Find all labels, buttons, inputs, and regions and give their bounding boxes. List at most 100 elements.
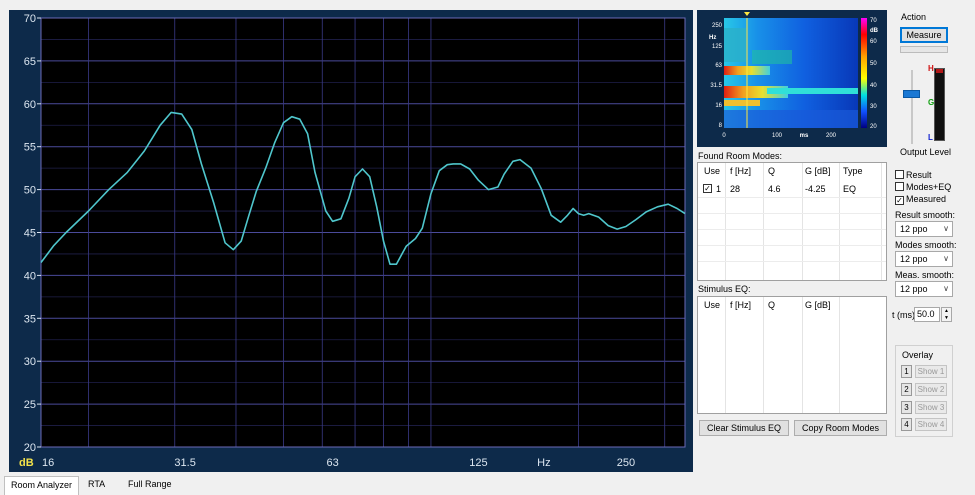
overlay-show-3-button[interactable]: Show 3 bbox=[915, 401, 947, 414]
tab-rta[interactable]: RTA bbox=[82, 476, 111, 495]
chevron-down-icon: ∨ bbox=[943, 224, 949, 233]
modes-smooth-select[interactable]: 12 ppo ∨ bbox=[895, 251, 953, 267]
col-header-gain[interactable]: G [dB] bbox=[805, 300, 831, 310]
t-ms-input[interactable]: 50.0 bbox=[914, 307, 940, 322]
overlay-num-4[interactable]: 4 bbox=[901, 418, 912, 431]
y-tick-label: 30 bbox=[24, 356, 36, 368]
measured-checkbox[interactable]: ✓ Measured bbox=[895, 194, 946, 205]
output-level-thumb[interactable] bbox=[903, 90, 920, 98]
stepper-up-icon[interactable]: ▲ bbox=[942, 308, 951, 315]
col-header-use[interactable]: Use bbox=[704, 300, 720, 310]
waterfall-spectrogram: Hz 250 125 63 31.5 16 8 0 100 200 ms dB … bbox=[697, 10, 887, 147]
y-tick-label: 40 bbox=[24, 270, 36, 282]
overlay-num-3[interactable]: 3 bbox=[901, 401, 912, 414]
col-header-use[interactable]: Use bbox=[704, 166, 720, 176]
spectro-y-tick: 63 bbox=[715, 63, 722, 69]
action-label: Action bbox=[901, 12, 927, 22]
measure-button[interactable]: Measure bbox=[900, 27, 948, 43]
meter-label-low: L bbox=[928, 133, 933, 142]
mode-q: 4.6 bbox=[768, 184, 781, 194]
col-header-gain[interactable]: G [dB] bbox=[805, 166, 831, 176]
mode-type: EQ bbox=[843, 184, 857, 194]
chevron-down-icon: ∨ bbox=[943, 254, 949, 263]
mode-use-checkbox[interactable]: ✓ bbox=[703, 184, 712, 193]
colorbar-tick: 30 bbox=[870, 104, 877, 110]
colorbar-tick: 20 bbox=[870, 124, 877, 130]
overlay-num-2[interactable]: 2 bbox=[901, 383, 912, 396]
output-level-slider[interactable] bbox=[899, 70, 925, 145]
modes-eq-checkbox[interactable]: Modes+EQ bbox=[895, 182, 951, 193]
colorbar-tick: 60 bbox=[870, 39, 877, 45]
spectro-x-tick: 200 bbox=[826, 133, 837, 139]
spectro-x-tick: 0 bbox=[722, 133, 726, 139]
mode-index: 1 bbox=[716, 184, 722, 194]
colorbar-tick: 70 bbox=[870, 18, 877, 24]
col-header-q[interactable]: Q bbox=[768, 166, 775, 176]
y-axis-unit-label: dB bbox=[19, 457, 34, 469]
y-tick-label: 65 bbox=[24, 56, 36, 68]
meas-smooth-select[interactable]: 12 ppo ∨ bbox=[895, 281, 953, 297]
spectro-y-unit: Hz bbox=[709, 35, 716, 41]
col-header-q[interactable]: Q bbox=[768, 300, 775, 310]
mode-gain: -4.25 bbox=[805, 184, 826, 194]
stimulus-eq-list[interactable]: Use f [Hz] Q G [dB] bbox=[697, 296, 887, 414]
colorbar-tick: 50 bbox=[870, 61, 877, 67]
result-smooth-label: Result smooth: bbox=[895, 210, 956, 220]
measure-progress-bar bbox=[900, 46, 948, 53]
y-tick-label: 50 bbox=[24, 185, 36, 197]
x-tick-label: 63 bbox=[327, 457, 339, 469]
x-axis-unit-label: Hz bbox=[537, 457, 550, 469]
mode-freq: 28 bbox=[730, 184, 741, 194]
clear-stimulus-eq-button[interactable]: Clear Stimulus EQ bbox=[699, 420, 789, 436]
y-tick-label: 45 bbox=[24, 228, 36, 240]
chevron-down-icon: ∨ bbox=[943, 284, 949, 293]
overlay-show-1-button[interactable]: Show 1 bbox=[915, 365, 947, 378]
meter-label-high: H bbox=[928, 64, 934, 73]
output-level-label: Output Level bbox=[900, 147, 952, 157]
overlay-show-4-button[interactable]: Show 4 bbox=[915, 418, 947, 431]
y-tick-label: 20 bbox=[24, 442, 36, 454]
copy-room-modes-button[interactable]: Copy Room Modes bbox=[794, 420, 887, 436]
x-tick-label: 125 bbox=[469, 457, 487, 469]
found-room-modes-label: Found Room Modes: bbox=[698, 151, 783, 161]
y-tick-label: 70 bbox=[24, 13, 36, 25]
spectro-y-tick: 8 bbox=[719, 123, 723, 129]
overlay-group: Overlay 1 Show 1 2 Show 2 3 Show 3 4 Sho… bbox=[895, 345, 953, 437]
t-ms-stepper[interactable]: ▲ ▼ bbox=[941, 307, 952, 322]
frequency-response-plot: 70 65 60 55 50 45 40 35 30 25 20 dB 16 31.5 63 125 Hz 250 bbox=[19, 13, 686, 469]
stimulus-eq-label: Stimulus EQ: bbox=[698, 284, 751, 294]
x-tick-label: 16 bbox=[42, 457, 54, 469]
result-smooth-select[interactable]: 12 ppo ∨ bbox=[895, 221, 953, 237]
table-row[interactable]: ✓ 1 28 4.6 -4.25 EQ bbox=[698, 182, 886, 195]
col-header-type[interactable]: Type bbox=[843, 166, 863, 176]
col-header-freq[interactable]: f [Hz] bbox=[730, 166, 751, 176]
stepper-down-icon[interactable]: ▼ bbox=[942, 315, 951, 322]
y-tick-label: 60 bbox=[24, 99, 36, 111]
y-tick-label: 25 bbox=[24, 399, 36, 411]
overlay-label: Overlay bbox=[902, 350, 934, 360]
spectro-y-tick: 31.5 bbox=[710, 83, 722, 89]
colorbar-tick: 40 bbox=[870, 83, 877, 89]
tab-room-analyzer[interactable]: Room Analyzer bbox=[4, 476, 80, 495]
overlay-num-1[interactable]: 1 bbox=[901, 365, 912, 378]
x-tick-label: 31.5 bbox=[174, 457, 195, 469]
spectro-x-unit: ms bbox=[800, 133, 809, 139]
y-tick-label: 55 bbox=[24, 142, 36, 154]
modes-smooth-label: Modes smooth: bbox=[895, 240, 957, 250]
spectro-y-tick: 250 bbox=[712, 23, 723, 29]
x-tick-label: 250 bbox=[617, 457, 635, 469]
colorbar-unit: dB bbox=[870, 28, 879, 34]
y-tick-label: 35 bbox=[24, 313, 36, 325]
level-meter bbox=[934, 68, 945, 141]
spectro-y-tick: 125 bbox=[712, 44, 723, 50]
meter-label-green: G bbox=[928, 98, 935, 107]
col-header-freq[interactable]: f [Hz] bbox=[730, 300, 751, 310]
t-ms-label: t (ms) bbox=[892, 310, 915, 320]
overlay-show-2-button[interactable]: Show 2 bbox=[915, 383, 947, 396]
found-room-modes-list[interactable]: Use f [Hz] Q G [dB] Type ✓ 1 28 4.6 -4.2… bbox=[697, 162, 887, 281]
frequency-response-chart: 70 65 60 55 50 45 40 35 30 25 20 dB 16 31.5 63 125 Hz 250 bbox=[9, 10, 693, 472]
meas-smooth-label: Meas. smooth: bbox=[895, 270, 955, 280]
result-checkbox[interactable]: Result bbox=[895, 170, 932, 181]
tab-full-range[interactable]: Full Range bbox=[122, 476, 178, 495]
spectro-y-tick: 16 bbox=[715, 103, 722, 109]
